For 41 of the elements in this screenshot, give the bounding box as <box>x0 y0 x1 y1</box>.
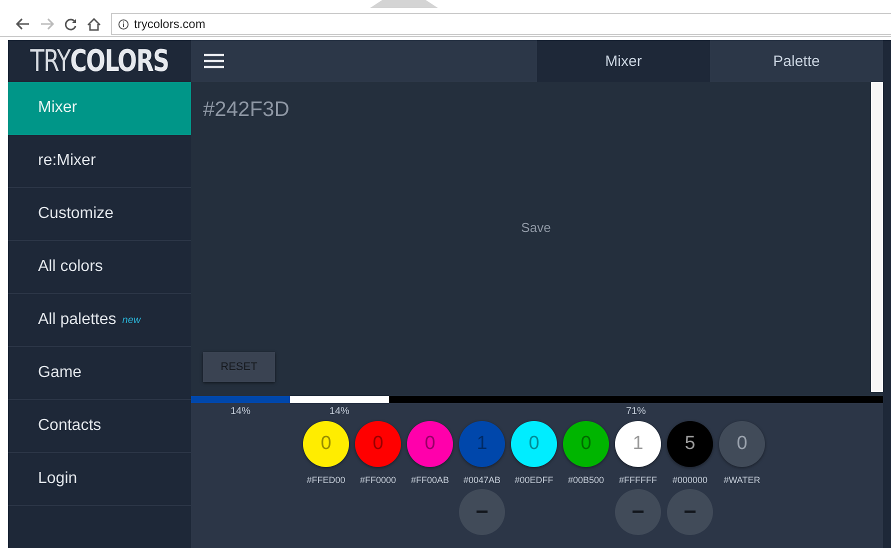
water-button[interactable]: 0 <box>719 421 765 467</box>
paint-button[interactable]: 0 <box>407 421 453 467</box>
sidebar-item-label: Login <box>38 470 78 488</box>
color-code-label: #FF00AB <box>410 475 450 485</box>
sidebar-item-label: re:Mixer <box>38 152 96 170</box>
menu-icon[interactable] <box>204 53 224 69</box>
color-code-label: #WATER <box>724 475 760 485</box>
color-code-label: #FFFFFF <box>619 475 657 485</box>
color-code-label: #00EDFF <box>514 475 554 485</box>
info-icon <box>118 18 129 30</box>
percent-label: 71% <box>626 406 646 417</box>
logo[interactable]: TRYCOLORS <box>22 40 178 82</box>
paint-button[interactable]: 0 <box>563 421 609 467</box>
paint-button[interactable]: 0 <box>511 421 557 467</box>
color-code-label: #FFED00 <box>306 475 346 485</box>
paint-button[interactable]: 1 <box>615 421 661 467</box>
sidebar-item-label: Game <box>38 364 82 382</box>
scrollbar[interactable] <box>871 82 883 392</box>
new-label: new <box>122 314 141 326</box>
percent-label: 14% <box>329 406 350 417</box>
paint-button[interactable]: 0 <box>303 421 349 467</box>
paint-button[interactable]: 5 <box>667 421 713 467</box>
tab[interactable]: Mixer <box>537 40 710 82</box>
sidebar-item-label: All colors <box>38 258 103 276</box>
sidebar-item-label: Mixer <box>38 99 78 117</box>
save-link[interactable]: Save <box>203 122 869 332</box>
color-code-label: #000000 <box>672 475 708 485</box>
reload-icon[interactable] <box>64 18 77 30</box>
sidebar-item-label: All palettes <box>38 311 116 329</box>
color-code-label: #00B500 <box>568 475 604 485</box>
home-icon[interactable] <box>87 18 101 30</box>
sidebar-item[interactable]: Mixer <box>8 82 191 135</box>
color-code-label: #0047AB <box>463 475 501 485</box>
address-field[interactable]: trycolors.com <box>111 13 891 35</box>
sidebar-item-label: Contacts <box>38 417 102 435</box>
url-text: trycolors.com <box>134 17 206 31</box>
sidebar-item-label: Customize <box>38 205 114 223</box>
percent-label: 14% <box>230 406 250 417</box>
color-code-label: #FF0000 <box>360 475 396 485</box>
color-code: #242F3D <box>203 98 290 122</box>
back-icon[interactable] <box>16 18 30 30</box>
